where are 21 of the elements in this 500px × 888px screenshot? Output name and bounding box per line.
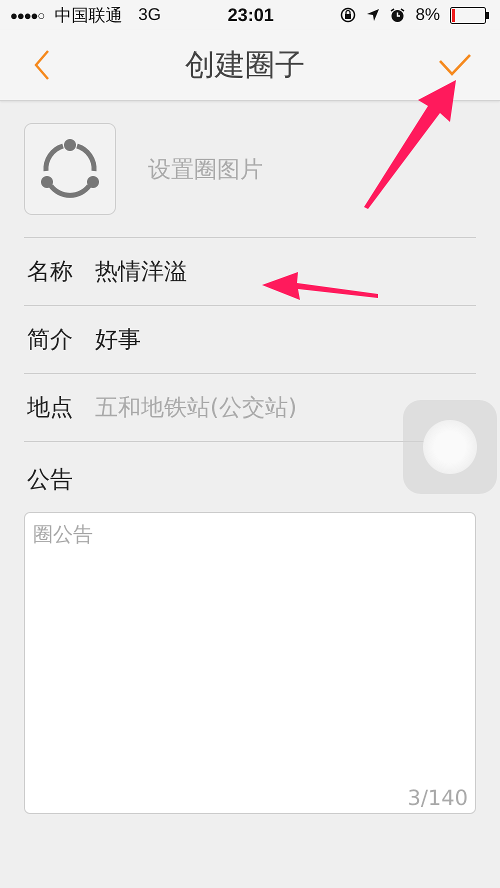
rotation-lock-icon [340, 7, 356, 23]
clock-time: 23:01 [228, 4, 274, 26]
carrier-name: 中国联通 [54, 4, 122, 26]
battery-percentage: 8% [415, 5, 440, 25]
field-label: 地点 [27, 394, 73, 423]
page-title: 创建圈子 [185, 46, 305, 84]
announcement-label: 公告 [26, 466, 74, 495]
floating-touch-button[interactable] [403, 400, 497, 494]
field-label: 名称 [27, 258, 73, 287]
text-field[interactable]: 好事 [95, 326, 395, 352]
battery-icon [450, 6, 490, 24]
circle-share-icon [39, 138, 101, 200]
network-type: 3G [138, 5, 161, 25]
field-label: 简介 [27, 326, 73, 355]
character-counter: 3/140 [407, 786, 468, 810]
location-arrow-icon [366, 8, 380, 22]
text-field[interactable]: 热情洋溢 [95, 258, 395, 284]
text-field[interactable]: 五和地铁站(公交站) [95, 394, 395, 420]
alarm-clock-icon [390, 8, 406, 22]
signal-strength: ●●●●○ [10, 8, 44, 22]
circle-image-button[interactable] [24, 123, 116, 215]
